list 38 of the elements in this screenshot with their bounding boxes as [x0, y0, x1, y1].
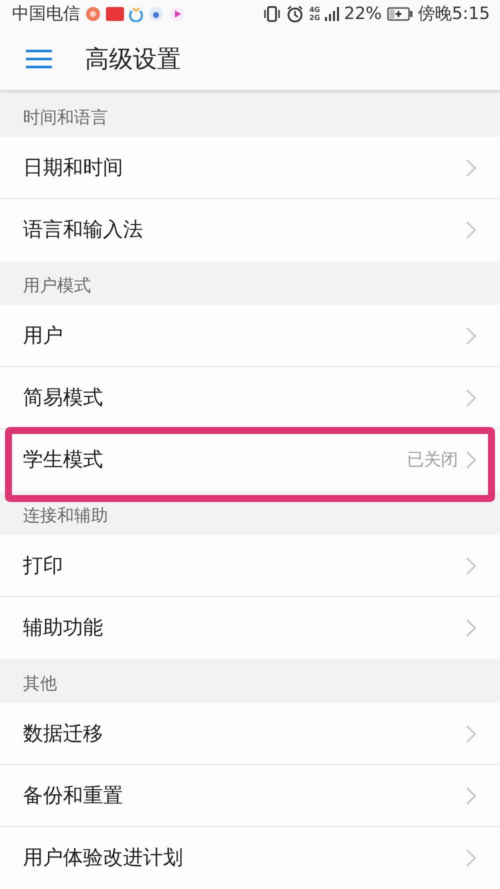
app-icon — [148, 6, 164, 22]
app-icon — [106, 6, 124, 20]
setting-label[interactable]: 日期和时间 — [23, 154, 123, 181]
app-icon — [85, 6, 101, 22]
setting-label[interactable]: 简易模式 — [23, 384, 103, 411]
setting-label[interactable]: 用户体验改进计划 — [23, 844, 183, 871]
setting-label[interactable]: 用户 — [23, 322, 63, 349]
chevron-right-icon — [466, 326, 476, 344]
setting-label[interactable]: 数据迁移 — [23, 720, 103, 747]
chevron-right-icon — [466, 724, 476, 742]
setting-label[interactable]: 备份和重置 — [23, 782, 123, 809]
play-icon — [169, 6, 185, 22]
page-title: 高级设置 — [85, 44, 181, 74]
alarm-icon — [286, 4, 304, 22]
vibrate-icon — [263, 4, 282, 22]
app-icon — [129, 6, 143, 22]
carrier-name: 中国电信 — [12, 3, 80, 25]
chevron-right-icon — [466, 450, 476, 468]
battery-percent: 22% — [344, 4, 382, 24]
chevron-right-icon — [466, 220, 476, 238]
chevron-right-icon — [466, 388, 476, 406]
section-header: 连接和辅助 — [23, 505, 108, 527]
chevron-right-icon — [466, 848, 476, 866]
chevron-right-icon — [466, 618, 476, 636]
setting-label[interactable]: 打印 — [23, 552, 63, 579]
chevron-right-icon — [466, 556, 476, 574]
section-header: 用户模式 — [23, 275, 91, 297]
chevron-right-icon — [466, 786, 476, 804]
battery-charging-icon — [386, 6, 413, 20]
setting-label[interactable]: 辅助功能 — [23, 614, 103, 641]
chevron-right-icon — [466, 158, 476, 176]
section-header: 时间和语言 — [23, 107, 108, 129]
signal-icon — [325, 6, 340, 22]
setting-value: 已关闭 — [407, 449, 458, 471]
clock-time: 傍晚5:15 — [418, 3, 490, 25]
section-header: 其他 — [23, 673, 57, 695]
setting-label[interactable]: 语言和输入法 — [23, 216, 143, 243]
setting-label[interactable]: 学生模式 — [23, 446, 103, 473]
